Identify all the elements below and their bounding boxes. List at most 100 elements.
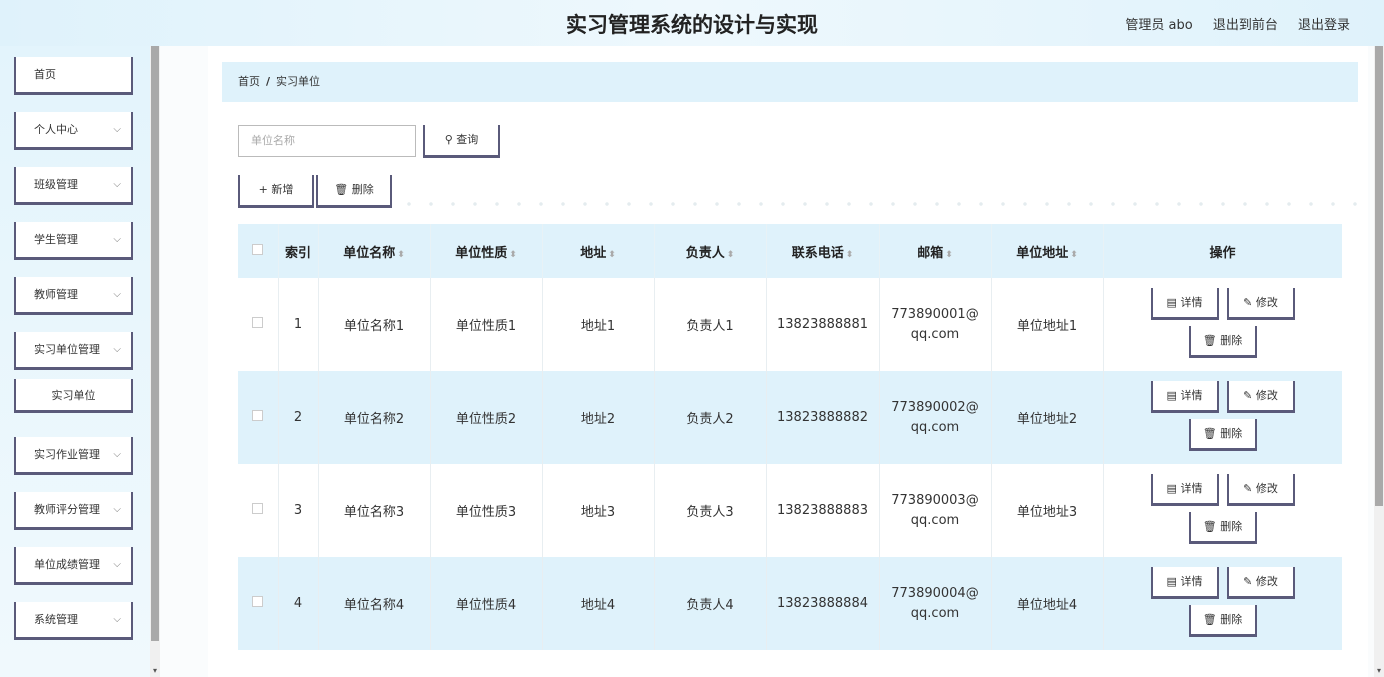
column-header-email[interactable]: 邮箱 ⬍	[879, 224, 992, 278]
column-header-label: 单位名称	[343, 245, 396, 261]
main-scrollbar[interactable]: ▾	[1374, 46, 1384, 677]
search-button[interactable]: ⚲ 查询	[423, 125, 500, 158]
sidebar-item[interactable]: 系统管理 ⌵	[14, 602, 133, 640]
cell-nature: 单位性质2	[430, 371, 543, 464]
sidebar-item[interactable]: 学生管理 ⌵	[14, 222, 133, 260]
sidebar-item[interactable]: 班级管理 ⌵	[14, 167, 133, 205]
cell-owner: 负责人3	[654, 464, 767, 557]
column-header-label: 联系电话	[791, 245, 844, 261]
column-header-label: 单位性质	[455, 245, 508, 261]
cell-email: 773890002@qq.com	[879, 371, 992, 464]
edit-button-label: 修改	[1255, 575, 1278, 588]
pencil-icon: ✎	[1243, 482, 1253, 495]
detail-button[interactable]: ▤ 详情	[1150, 567, 1219, 599]
table-row[interactable]: 4 单位名称4 单位性质4 地址4 负责人4 13823888884 773890004@q…	[238, 557, 1342, 650]
batch-delete-button[interactable]: 🗑 删除	[316, 175, 392, 208]
column-header-name[interactable]: 单位名称 ⬍	[318, 224, 431, 278]
document-icon: ▤	[1166, 482, 1177, 495]
sort-icon[interactable]: ⬍	[509, 250, 517, 260]
detail-button[interactable]: ▤ 详情	[1150, 288, 1219, 320]
delete-button[interactable]: 🗑 删除	[1188, 326, 1257, 358]
cell-nature: 单位性质1	[430, 278, 543, 371]
sidebar-scrollbar[interactable]: ▾	[150, 46, 160, 677]
cell-phone: 13823888884	[766, 557, 880, 650]
sidebar-item[interactable]: 实习作业管理 ⌵	[14, 437, 133, 475]
cell-phone: 13823888881	[766, 278, 880, 371]
column-header-nature[interactable]: 单位性质 ⬍	[430, 224, 543, 278]
row-select-cell	[238, 557, 279, 650]
row-select-cell	[238, 371, 279, 464]
search-input[interactable]: 单位名称	[238, 125, 416, 157]
cell-name: 单位名称3	[318, 464, 431, 557]
cell-owner: 负责人4	[654, 557, 767, 650]
column-header-address[interactable]: 地址 ⬍	[542, 224, 655, 278]
sidebar-item[interactable]: 个人中心 ⌵	[14, 112, 133, 150]
detail-button[interactable]: ▤ 详情	[1150, 474, 1219, 506]
cell-unit-address: 单位地址2	[991, 371, 1104, 464]
delete-button[interactable]: 🗑 删除	[1188, 419, 1257, 451]
sort-icon[interactable]: ⬍	[846, 250, 854, 260]
top-header: 实习管理系统的设计与实现 管理员 abo 退出到前台 退出登录	[0, 0, 1384, 46]
sidebar-scroll-thumb[interactable]	[151, 46, 159, 641]
delete-button-label: 删除	[1220, 427, 1243, 440]
cell-email: 773890004@qq.com	[879, 557, 992, 650]
edit-button[interactable]: ✎ 修改	[1226, 381, 1295, 413]
scroll-down-arrow-icon[interactable]: ▾	[150, 666, 160, 675]
sort-icon[interactable]: ⬍	[397, 250, 405, 260]
table-row[interactable]: 3 单位名称3 单位性质3 地址3 负责人3 13823888883 773890003@q…	[238, 464, 1342, 557]
sidebar-item[interactable]: 实习单位管理 ⌵	[14, 332, 133, 370]
sidebar-item[interactable]: 单位成绩管理 ⌵	[14, 547, 133, 585]
chevron-down-icon: ⌵	[113, 504, 121, 515]
cell-email: 773890001@qq.com	[879, 278, 992, 371]
sidebar-item[interactable]: 首页	[14, 57, 133, 95]
sort-icon[interactable]: ⬍	[608, 250, 616, 260]
main-scroll-thumb[interactable]	[1375, 46, 1383, 506]
edit-button[interactable]: ✎ 修改	[1226, 567, 1295, 599]
sidebar-item[interactable]: 教师管理 ⌵	[14, 277, 133, 315]
column-header-unit-address[interactable]: 单位地址 ⬍	[991, 224, 1104, 278]
edit-button[interactable]: ✎ 修改	[1226, 288, 1295, 320]
table-row[interactable]: 1 单位名称1 单位性质1 地址1 负责人1 13823888881 773890001@q…	[238, 278, 1342, 371]
sidebar-item-label: 单位成绩管理	[34, 558, 100, 571]
sort-icon[interactable]: ⬍	[945, 250, 953, 260]
header-links: 管理员 abo 退出到前台 退出登录	[1109, 14, 1350, 33]
delete-button-label: 删除	[1220, 520, 1243, 533]
detail-button[interactable]: ▤ 详情	[1150, 381, 1219, 413]
scroll-down-arrow-icon[interactable]: ▾	[1374, 666, 1384, 675]
column-header-phone[interactable]: 联系电话 ⬍	[766, 224, 880, 278]
delete-button[interactable]: 🗑 删除	[1188, 512, 1257, 544]
batch-delete-label: 删除	[351, 183, 374, 196]
chevron-down-icon: ⌵	[113, 124, 121, 135]
cell-index: 1	[278, 278, 319, 371]
add-button[interactable]: + 新增	[238, 175, 314, 208]
row-checkbox[interactable]	[252, 410, 264, 421]
cell-email: 773890003@qq.com	[879, 464, 992, 557]
row-checkbox[interactable]	[252, 596, 264, 607]
row-checkbox[interactable]	[252, 317, 264, 328]
sidebar-subitem-internship-unit[interactable]: 实习单位	[14, 379, 133, 413]
breadcrumb-home[interactable]: 首页	[238, 75, 260, 88]
row-checkbox[interactable]	[252, 503, 264, 514]
cell-address: 地址3	[542, 464, 655, 557]
column-header-actions: 操作	[1103, 224, 1342, 278]
select-all-checkbox[interactable]	[252, 243, 264, 255]
column-header-owner[interactable]: 负责人 ⬍	[654, 224, 767, 278]
cell-unit-address: 单位地址3	[991, 464, 1104, 557]
cell-name: 单位名称2	[318, 371, 431, 464]
sort-icon[interactable]: ⬍	[727, 250, 735, 260]
edit-button[interactable]: ✎ 修改	[1226, 474, 1295, 506]
detail-button-label: 详情	[1180, 389, 1203, 402]
edit-button-label: 修改	[1255, 389, 1278, 402]
add-button-label: 新增	[271, 183, 294, 196]
column-header-index[interactable]: 索引	[278, 224, 319, 278]
logout-link[interactable]: 退出登录	[1298, 18, 1350, 33]
sidebar-item[interactable]: 教师评分管理 ⌵	[14, 492, 133, 530]
column-header-label: 邮箱	[917, 245, 944, 261]
pencil-icon: ✎	[1243, 389, 1253, 402]
delete-button[interactable]: 🗑 删除	[1188, 605, 1257, 637]
table-row[interactable]: 2 单位名称2 单位性质2 地址2 负责人2 13823888882 773890002@q…	[238, 371, 1342, 464]
column-header-label: 负责人	[685, 245, 725, 261]
back-front-link[interactable]: 退出到前台	[1213, 18, 1278, 33]
sort-icon[interactable]: ⬍	[1070, 250, 1078, 260]
plus-icon: +	[258, 183, 268, 196]
